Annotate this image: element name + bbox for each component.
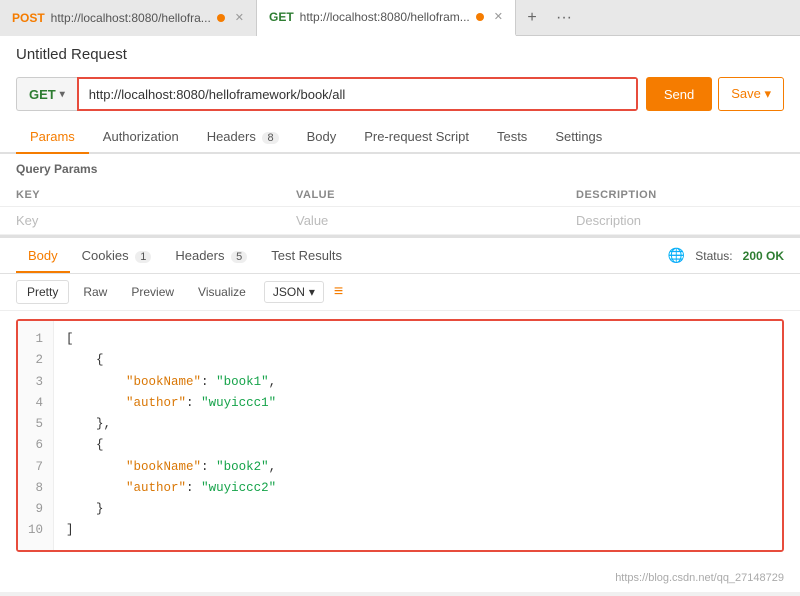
col-header-value: VALUE xyxy=(280,184,560,207)
tab-tests[interactable]: Tests xyxy=(483,121,541,154)
more-tabs-button[interactable]: ··· xyxy=(548,0,580,36)
wrap-icon[interactable]: ≡ xyxy=(334,283,343,301)
tab-post-url: http://localhost:8080/hellofra... xyxy=(51,11,211,25)
method-chevron: ▾ xyxy=(60,89,65,100)
tab-body[interactable]: Body xyxy=(293,121,351,154)
code-line-6: { xyxy=(66,435,770,456)
tab-settings[interactable]: Settings xyxy=(541,121,616,154)
code-line-9: } xyxy=(66,499,770,520)
params-table: KEY VALUE DESCRIPTION Key Value Descript… xyxy=(0,184,800,235)
globe-icon: 🌐 xyxy=(668,247,685,264)
response-nav: Body Cookies 1 Headers 5 Test Results 🌐 … xyxy=(0,238,800,274)
code-line-4: "author": "wuyiccc1" xyxy=(66,393,770,414)
response-tab-headers[interactable]: Headers 5 xyxy=(163,240,259,273)
view-pretty-button[interactable]: Pretty xyxy=(16,280,69,304)
url-input-wrapper xyxy=(77,77,638,111)
tab-headers[interactable]: Headers 8 xyxy=(193,121,293,154)
tab-post-method: POST xyxy=(12,11,45,25)
status-label: Status: xyxy=(695,249,732,263)
method-select[interactable]: GET ▾ xyxy=(16,77,77,111)
send-button[interactable]: Send xyxy=(646,77,712,111)
url-input[interactable] xyxy=(79,79,636,109)
code-line-8: "author": "wuyiccc2" xyxy=(66,478,770,499)
request-nav-tabs: Params Authorization Headers 8 Body Pre-… xyxy=(0,121,800,154)
code-line-5: }, xyxy=(66,414,770,435)
response-toolbar: Pretty Raw Preview Visualize JSON ▾ ≡ xyxy=(0,274,800,311)
tab-get-close[interactable]: ✕ xyxy=(494,10,503,23)
params-value-cell[interactable]: Value xyxy=(280,207,560,235)
line-numbers: 1 2 3 4 5 6 7 8 9 10 xyxy=(18,321,54,550)
response-tab-cookies[interactable]: Cookies 1 xyxy=(70,240,164,273)
tab-pre-request[interactable]: Pre-request Script xyxy=(350,121,483,154)
code-block: 1 2 3 4 5 6 7 8 9 10 [ { "bookName": "bo… xyxy=(18,321,782,550)
method-label: GET xyxy=(29,87,56,102)
request-title: Untitled Request xyxy=(0,36,800,71)
tab-get-dot xyxy=(476,13,484,21)
params-placeholder-row: Key Value Description xyxy=(0,207,800,235)
tab-post-dot xyxy=(217,14,225,22)
save-button[interactable]: Save ▾ xyxy=(718,77,784,111)
code-block-wrapper: 1 2 3 4 5 6 7 8 9 10 [ { "bookName": "bo… xyxy=(16,319,784,552)
code-content: [ { "bookName": "book1", "author": "wuyi… xyxy=(54,321,782,550)
format-select[interactable]: JSON ▾ xyxy=(264,281,324,303)
code-line-3: "bookName": "book1", xyxy=(66,372,770,393)
code-line-2: { xyxy=(66,350,770,371)
view-visualize-button[interactable]: Visualize xyxy=(188,281,256,303)
tab-get-method: GET xyxy=(269,10,294,24)
col-header-key: KEY xyxy=(0,184,280,207)
url-bar: GET ▾ Send Save ▾ xyxy=(0,71,800,121)
params-desc-cell[interactable]: Description xyxy=(560,207,800,235)
response-section: Body Cookies 1 Headers 5 Test Results 🌐 … xyxy=(0,235,800,592)
tab-params[interactable]: Params xyxy=(16,121,89,154)
tab-post-close[interactable]: ✕ xyxy=(235,11,244,24)
tab-post[interactable]: POST http://localhost:8080/hellofra... ✕ xyxy=(0,0,257,36)
code-line-7: "bookName": "book2", xyxy=(66,457,770,478)
status-value: 200 OK xyxy=(743,249,784,263)
main-content: Untitled Request GET ▾ Send Save ▾ Param… xyxy=(0,36,800,592)
code-line-10: ] xyxy=(66,520,770,541)
tab-authorization[interactable]: Authorization xyxy=(89,121,193,154)
response-tab-test-results[interactable]: Test Results xyxy=(259,240,354,273)
query-params-title: Query Params xyxy=(0,154,800,184)
tab-bar: POST http://localhost:8080/hellofra... ✕… xyxy=(0,0,800,36)
tab-get[interactable]: GET http://localhost:8080/hellofram... ✕ xyxy=(257,0,516,36)
tab-get-url: http://localhost:8080/hellofram... xyxy=(300,10,470,24)
watermark: https://blog.csdn.net/qq_27148729 xyxy=(0,568,800,592)
view-raw-button[interactable]: Raw xyxy=(73,281,117,303)
response-tab-body[interactable]: Body xyxy=(16,240,70,273)
params-key-cell[interactable]: Key xyxy=(0,207,280,235)
format-chevron: ▾ xyxy=(309,285,315,299)
code-line-1: [ xyxy=(66,329,770,350)
view-preview-button[interactable]: Preview xyxy=(121,281,184,303)
response-status: 🌐 Status: 200 OK xyxy=(668,247,784,264)
col-header-desc: DESCRIPTION xyxy=(560,184,800,207)
new-tab-button[interactable]: + xyxy=(516,0,548,36)
